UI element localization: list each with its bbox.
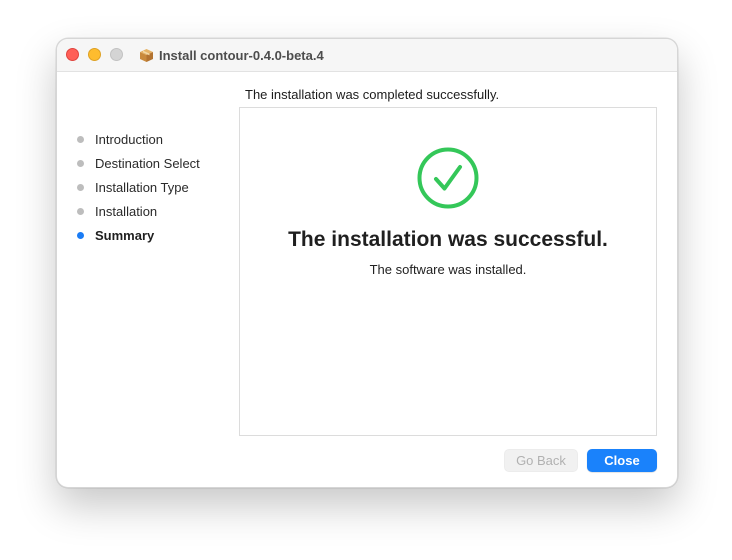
success-title: The installation was successful.: [288, 228, 608, 251]
zoom-window-button: [110, 48, 123, 61]
title-bar[interactable]: Install contour-0.4.0-beta.4: [57, 39, 677, 72]
sidebar-step-label: Introduction: [95, 131, 163, 147]
step-dot-icon: [77, 159, 84, 167]
checkmark-circle-icon: [417, 147, 479, 209]
sidebar-step-label: Summary: [95, 227, 155, 243]
close-button[interactable]: Close: [587, 449, 657, 472]
status-header: The installation was completed successfu…: [245, 87, 500, 102]
sidebar-step-introduction: Introduction: [75, 127, 235, 151]
sidebar-step-label: Destination Select: [95, 155, 200, 171]
desktop: Install contour-0.4.0-beta.4 The install…: [0, 0, 732, 560]
sidebar-step-installation-type: Installation Type: [75, 175, 235, 199]
steps-sidebar: Introduction Destination Select Installa…: [75, 127, 235, 247]
window-title: Install contour-0.4.0-beta.4: [159, 47, 324, 63]
sidebar-step-summary: Summary: [75, 223, 235, 247]
sidebar-step-installation: Installation: [75, 199, 235, 223]
installer-window: Install contour-0.4.0-beta.4 The install…: [56, 38, 678, 488]
step-dot-icon: [77, 135, 84, 143]
summary-panel: The installation was successful. The sof…: [239, 107, 657, 436]
step-dot-icon: [77, 207, 84, 215]
sidebar-step-destination-select: Destination Select: [75, 151, 235, 175]
package-icon: [139, 48, 154, 63]
step-dot-active-icon: [77, 231, 84, 239]
step-dot-icon: [77, 183, 84, 191]
sidebar-step-label: Installation Type: [95, 179, 189, 195]
window-title-group: Install contour-0.4.0-beta.4: [139, 46, 324, 64]
success-subtitle: The software was installed.: [369, 262, 527, 277]
sidebar-step-label: Installation: [95, 203, 158, 219]
minimize-window-button[interactable]: [88, 48, 101, 61]
close-window-button[interactable]: [66, 48, 79, 61]
go-back-button: Go Back: [504, 449, 578, 472]
